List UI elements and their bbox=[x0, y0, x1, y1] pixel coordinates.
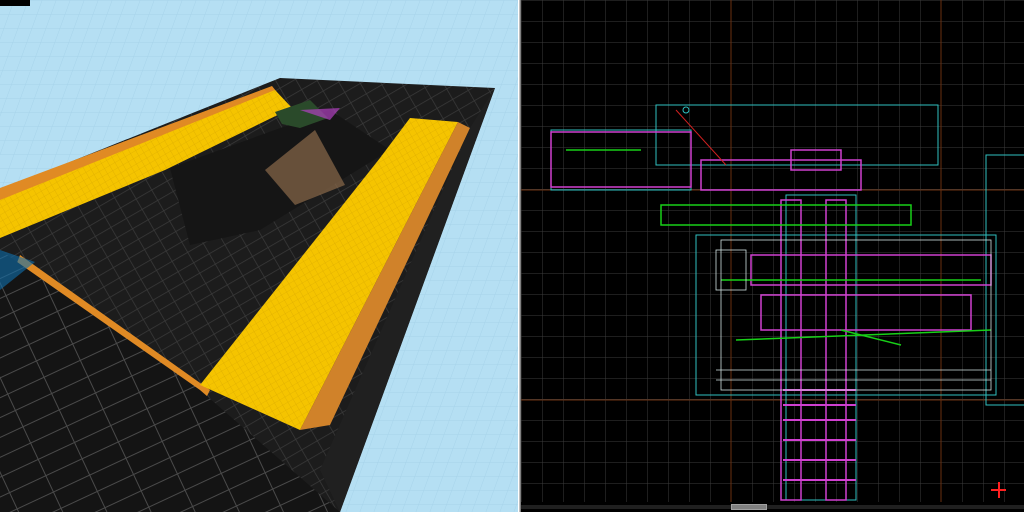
camera-3d-viewport[interactable] bbox=[0, 0, 518, 512]
grid-background bbox=[521, 0, 1024, 512]
top-view-2d-viewport[interactable] bbox=[521, 0, 1024, 512]
camera-3d-render bbox=[0, 0, 518, 512]
horizontal-scrollbar[interactable] bbox=[521, 502, 1024, 512]
viewport-title-strip bbox=[0, 0, 30, 6]
scrollbar-track bbox=[521, 505, 1024, 509]
scrollbar-thumb[interactable] bbox=[731, 504, 767, 510]
grid-canvas bbox=[521, 0, 1024, 512]
